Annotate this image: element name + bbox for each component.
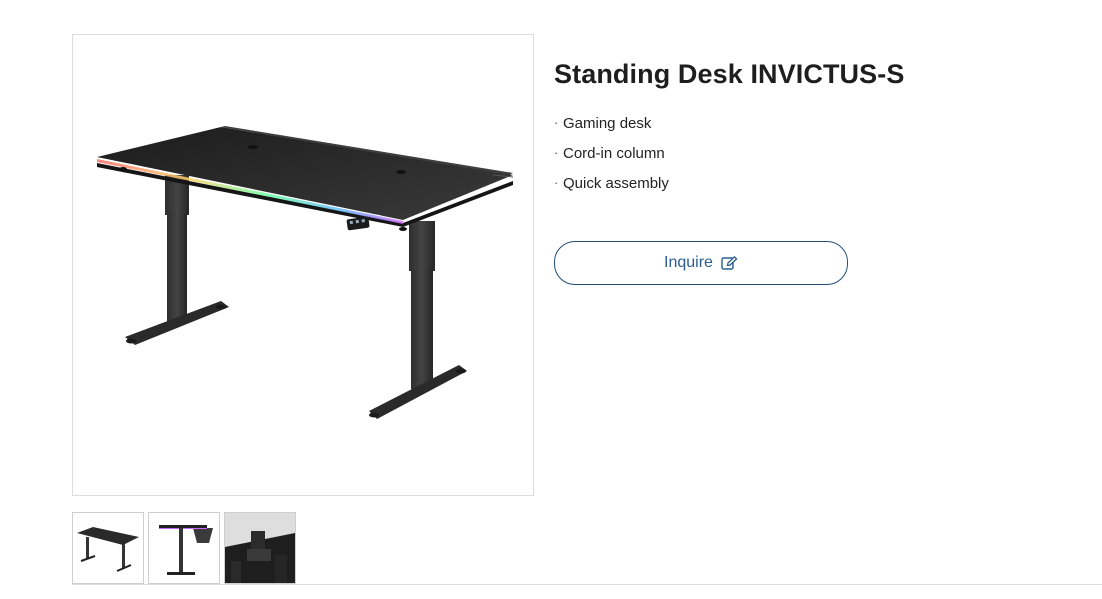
inquire-button[interactable]: Inquire [554, 241, 848, 285]
thumbnail-desk-angle[interactable] [72, 512, 144, 584]
inquire-label: Inquire [664, 254, 713, 271]
desk-side-thumbnail-image [159, 525, 213, 575]
section-divider [72, 584, 1102, 585]
feature-item: Quick assembly [554, 168, 904, 199]
thumbnail-desk-detail[interactable] [224, 512, 296, 584]
feature-item: Gaming desk [554, 108, 904, 139]
standing-desk-image [97, 126, 514, 419]
feature-item: Cord-in column [554, 138, 904, 169]
desk-angle-thumbnail-image [77, 527, 139, 572]
edit-icon [721, 255, 738, 270]
thumbnail-strip [72, 512, 296, 584]
product-info: Standing Desk INVICTUS-S Gaming desk Cor… [554, 56, 904, 199]
product-title: Standing Desk INVICTUS-S [554, 59, 905, 89]
desk-detail-thumbnail-image [225, 513, 295, 583]
main-product-image[interactable] [72, 34, 534, 496]
feature-list: Gaming desk Cord-in column Quick assembl… [554, 108, 904, 199]
thumbnail-desk-side[interactable] [148, 512, 220, 584]
